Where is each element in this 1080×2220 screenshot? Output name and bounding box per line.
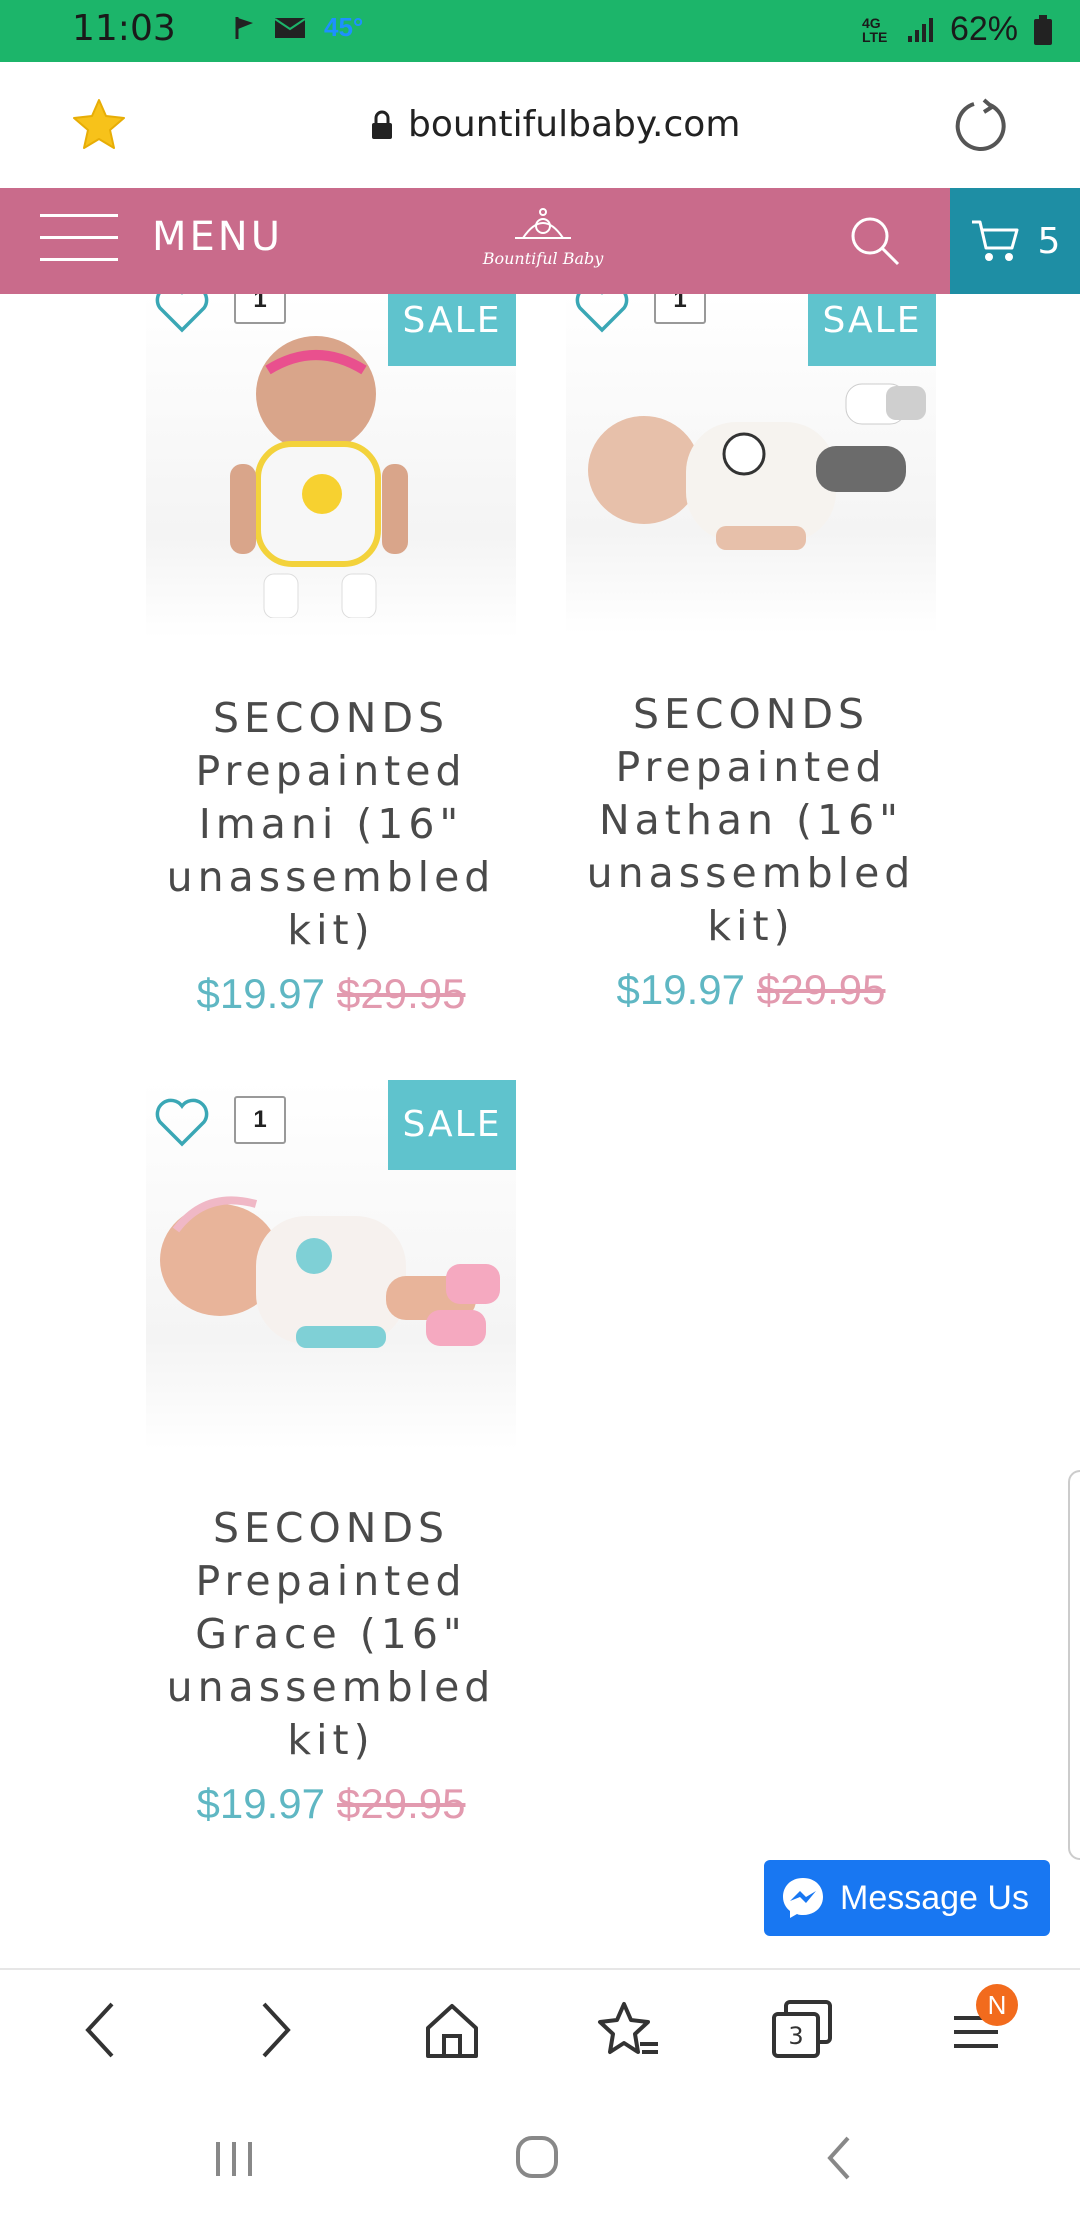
forward-button[interactable] [256, 1998, 296, 2067]
tabs-count: 3 [788, 2022, 803, 2050]
recent-apps-icon [216, 2142, 252, 2176]
menu-label: MENU [152, 214, 283, 260]
back-button[interactable] [80, 1998, 120, 2067]
logo-text: Bountiful Baby [482, 249, 604, 268]
browser-address-bar: bountifulbaby.com [0, 62, 1080, 188]
wishlist-count: 1 [234, 1096, 286, 1144]
message-us-button[interactable]: Message Us [764, 1860, 1050, 1936]
sale-price: $19.97 [196, 970, 325, 1017]
sale-badge: SALE [388, 1080, 516, 1170]
product-title[interactable]: SECONDS Prepainted Nathan (16" unassembl… [546, 688, 956, 953]
product-title-line: Prepainted [195, 747, 467, 795]
heart-icon [575, 294, 629, 333]
notification-badge: N [976, 1984, 1018, 2026]
sale-badge: SALE [388, 294, 516, 366]
home-button[interactable] [422, 1998, 482, 2067]
site-logo[interactable]: Bountiful Baby [478, 204, 608, 268]
sale-price: $19.97 [196, 1780, 325, 1827]
original-price: $29.95 [757, 966, 886, 1013]
bookmarks-star-icon [598, 2002, 658, 2054]
url-text: bountifulbaby.com [408, 104, 741, 145]
product-title-line: Grace (16" [195, 1610, 467, 1658]
home-circle-icon [516, 2136, 558, 2178]
search-icon [851, 217, 900, 266]
tabs-button[interactable]: 3 [770, 1998, 834, 2067]
product-title[interactable]: SECONDS Prepainted Imani (16" unassemble… [126, 692, 536, 957]
site-header: MENU Bountiful Baby 5 [0, 188, 1080, 294]
wishlist-button[interactable] [574, 294, 630, 339]
product-image[interactable]: 1 SALE [566, 294, 936, 634]
edge-panel-handle[interactable] [1068, 1470, 1080, 1860]
home-system-button[interactable] [514, 2134, 560, 2185]
product-prices: $19.97 $29.95 [126, 970, 536, 1018]
reload-button[interactable] [952, 98, 1008, 159]
product-image[interactable]: 1 SALE [146, 1080, 516, 1450]
recent-apps-button[interactable] [212, 2138, 256, 2185]
status-time: 11:03 [72, 8, 176, 49]
product-title-line: SECONDS [212, 694, 450, 742]
signal-icon [907, 17, 933, 42]
chevron-right-icon [262, 2002, 291, 2058]
sale-price: $19.97 [616, 966, 745, 1013]
product-title-line: unassembled [166, 1663, 496, 1711]
wishlist-button[interactable] [154, 294, 210, 339]
status-bar: 11:03 45° 4G LTE 62% [0, 0, 1080, 62]
battery-icon [1034, 14, 1052, 45]
network-type: 4G LTE [861, 14, 888, 45]
tabs-icon: 3 [772, 2000, 832, 2058]
reload-icon [955, 98, 1006, 152]
lock-icon [372, 110, 392, 139]
chevron-left-icon [85, 2002, 114, 2058]
home-icon [426, 2004, 478, 2058]
product-prices: $19.97 $29.95 [126, 1780, 536, 1828]
baby-logo-icon [515, 208, 571, 239]
product-prices: $19.97 $29.95 [546, 966, 956, 1014]
original-price: $29.95 [337, 1780, 466, 1827]
product-image[interactable]: 1 SALE [146, 294, 516, 638]
wishlist-count: 1 [234, 294, 286, 324]
sale-badge: SALE [808, 294, 936, 366]
product-title-line: kit) [287, 1716, 375, 1764]
product-title[interactable]: SECONDS Prepainted Grace (16" unassemble… [126, 1502, 536, 1767]
product-title-line: Imani (16" [198, 800, 464, 848]
mail-icon [274, 17, 306, 38]
hamburger-icon [40, 212, 118, 262]
cart-button[interactable]: 5 [950, 188, 1080, 294]
cart-icon [971, 220, 1019, 261]
system-navigation-bar [0, 2098, 1080, 2220]
product-title-line: unassembled [166, 853, 496, 901]
product-title-line: Nathan (16" [598, 796, 904, 844]
product-title-line: SECONDS [632, 690, 870, 738]
product-title-line: SECONDS [212, 1504, 450, 1552]
cart-count: 5 [1037, 220, 1061, 262]
product-title-line: kit) [287, 906, 375, 954]
bookmarks-button[interactable] [596, 1998, 660, 2067]
menu-button[interactable]: MENU [40, 212, 283, 262]
heart-icon [155, 1098, 209, 1147]
back-arrow-icon [827, 2136, 850, 2180]
product-title-line: unassembled [586, 849, 916, 897]
wishlist-count: 1 [654, 294, 706, 324]
wishlist-button[interactable] [154, 1098, 210, 1153]
heart-icon [155, 294, 209, 333]
battery-percent: 62% [949, 10, 1018, 48]
browser-bottom-nav: 3 N [0, 1968, 1080, 2100]
flag-icon [235, 16, 253, 39]
bookmark-button[interactable] [72, 98, 126, 155]
star-icon [73, 99, 125, 149]
messenger-icon [783, 1878, 823, 1918]
system-back-button[interactable] [824, 2134, 854, 2187]
message-us-label: Message Us [840, 1878, 1029, 1917]
product-title-line: kit) [707, 902, 795, 950]
search-button[interactable] [848, 214, 902, 273]
status-temperature: 45° [324, 12, 364, 42]
product-title-line: Prepainted [615, 743, 887, 791]
product-title-line: Prepainted [195, 1557, 467, 1605]
url-field[interactable]: bountifulbaby.com [370, 104, 740, 145]
original-price: $29.95 [337, 970, 466, 1017]
